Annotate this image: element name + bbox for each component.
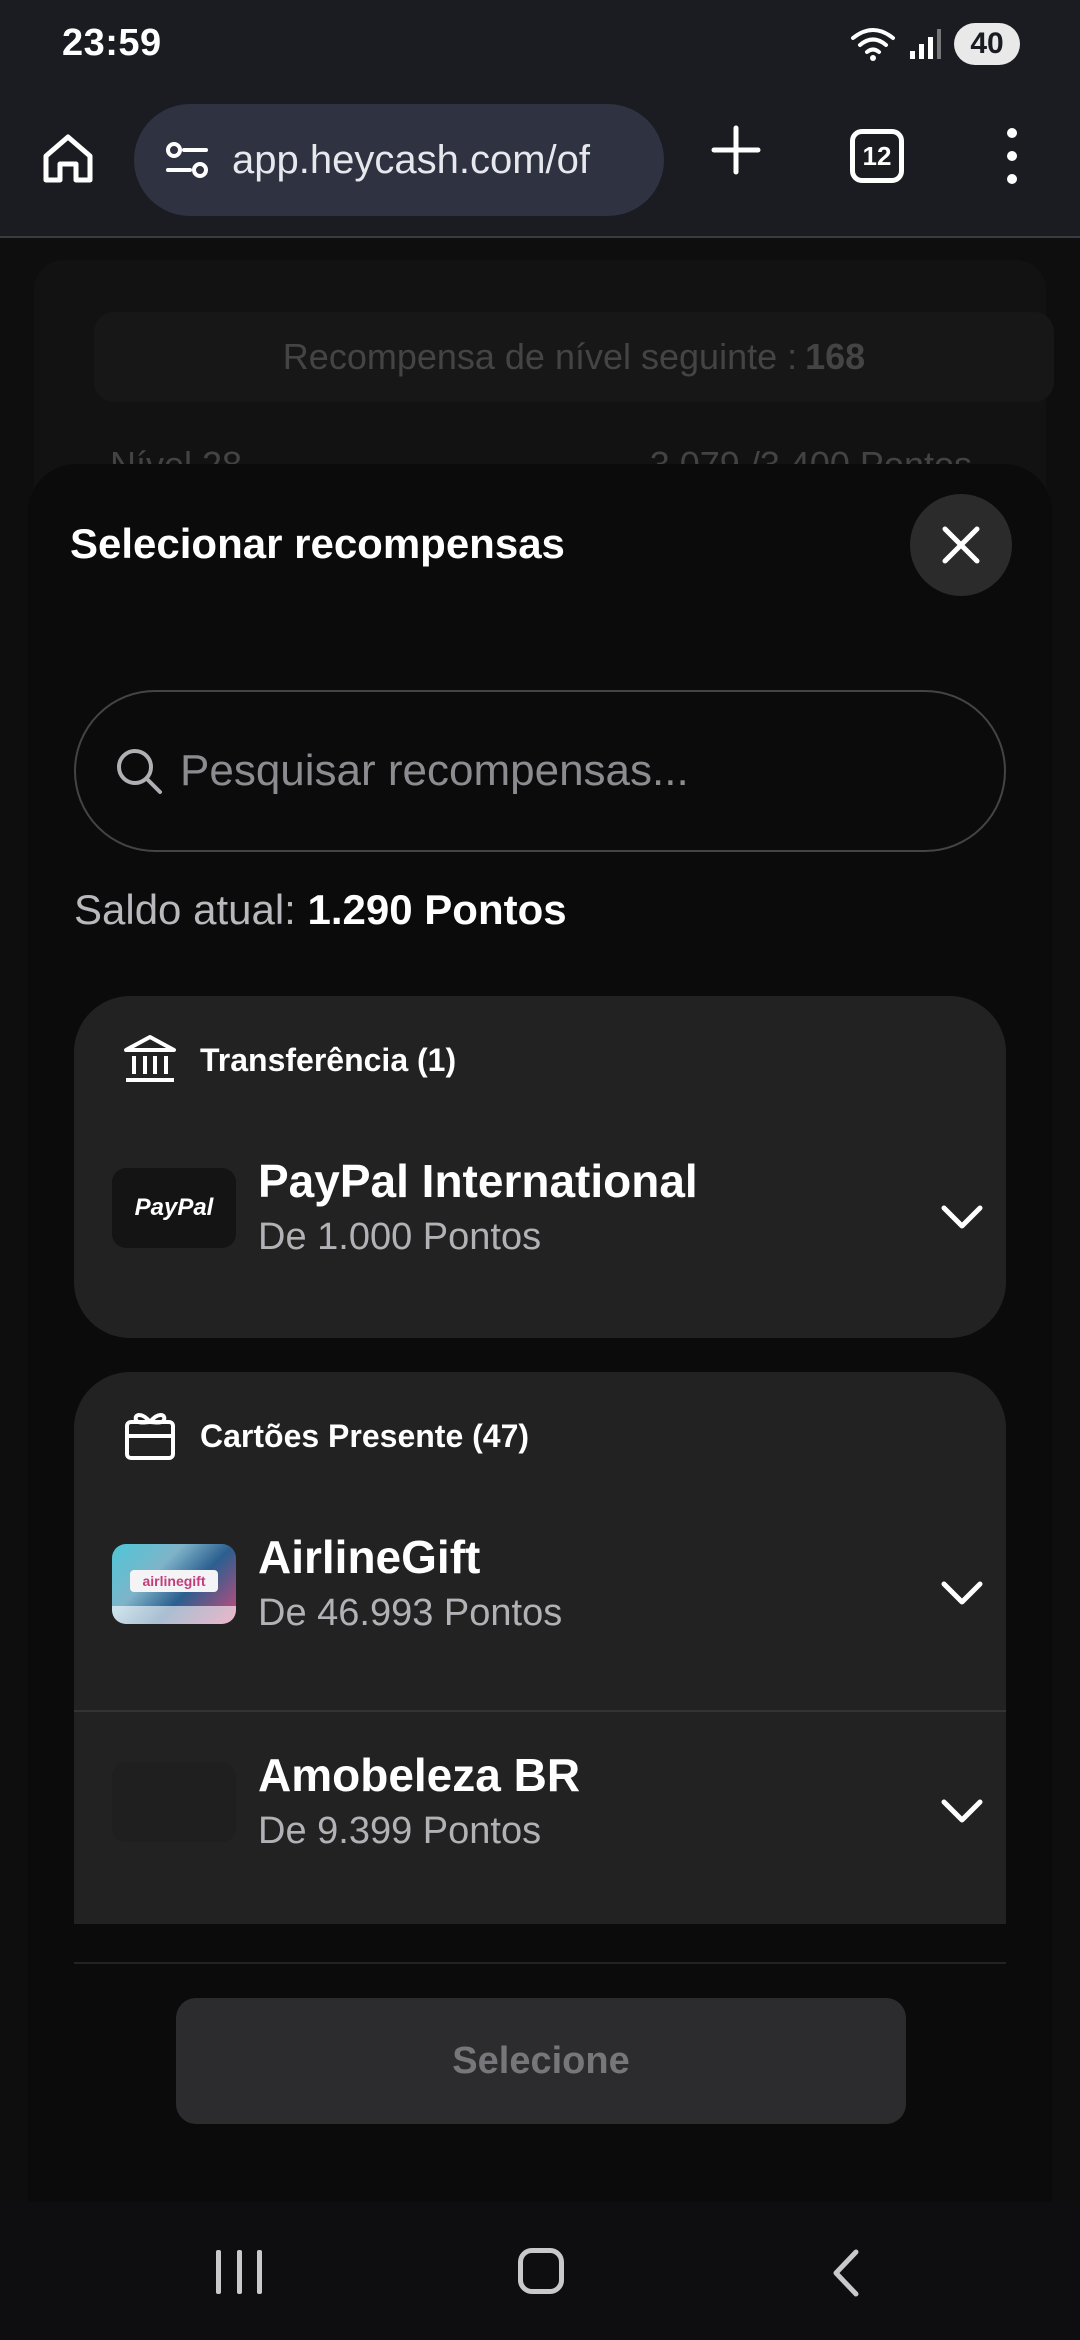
chevron-down-icon[interactable]: [940, 1574, 984, 1614]
gift-card-icon: [125, 1413, 175, 1460]
current-balance: Saldo atual: 1.290 Pontos: [74, 886, 567, 934]
item-name: PayPal International: [258, 1155, 698, 1207]
group-title: Transferência (1): [200, 1041, 457, 1078]
footer-divider: [74, 1962, 1006, 1964]
url-text: app.heycash.com/of: [232, 137, 590, 182]
bank-icon: [124, 1035, 176, 1082]
item-name: Amobeleza BR: [258, 1749, 581, 1801]
home-button[interactable]: [36, 126, 100, 190]
status-icons: 40: [850, 22, 1020, 66]
close-button[interactable]: [910, 494, 1012, 596]
group-header: Transferência (1): [122, 1032, 456, 1088]
back-icon[interactable]: [824, 2246, 868, 2300]
item-name: AirlineGift: [258, 1531, 481, 1583]
search-field[interactable]: [74, 690, 1006, 852]
address-bar[interactable]: app.heycash.com/of: [134, 104, 664, 216]
battery-indicator: 40: [954, 23, 1020, 65]
status-time: 23:59: [62, 22, 162, 64]
chevron-down-icon[interactable]: [940, 1792, 984, 1832]
recents-button[interactable]: [216, 2250, 262, 2294]
plus-icon: [711, 125, 761, 175]
screen: 23:59 40 app.heycash.com/of 12 Recompens…: [0, 0, 1080, 2340]
amobeleza-logo: [112, 1762, 236, 1842]
item-points: De 1.000 Pontos: [258, 1216, 542, 1258]
airlinegift-logo-text: airlinegift: [130, 1570, 218, 1592]
logo-band: [112, 1606, 236, 1624]
browser-toolbar: app.heycash.com/of 12: [0, 88, 1080, 238]
balance-value: 1.290 Pontos: [307, 886, 567, 933]
item-points: De 9.399 Pontos: [258, 1810, 542, 1852]
item-points: De 46.993 Pontos: [258, 1592, 563, 1634]
select-button[interactable]: Selecione: [176, 1998, 906, 2124]
close-icon: [942, 526, 980, 564]
status-bar: 23:59 40: [0, 0, 1080, 88]
group-header: Cartões Presente (47): [122, 1408, 529, 1464]
home-nav-button[interactable]: [518, 2248, 564, 2294]
chevron-down-icon[interactable]: [940, 1198, 984, 1238]
more-menu-button[interactable]: [996, 124, 1028, 188]
dot-icon: [1007, 174, 1017, 184]
wifi-icon: [851, 28, 895, 61]
site-settings-icon: [166, 142, 208, 178]
paypal-logo: PayPal: [112, 1168, 236, 1248]
dot-icon: [1007, 128, 1017, 138]
recents-icon: [216, 2250, 221, 2294]
rewards-sheet: Selecionar recompensas Saldo atual: 1.29…: [28, 464, 1052, 2224]
recents-icon: [236, 2250, 242, 2294]
signal-icon: [910, 29, 941, 59]
balance-label: Saldo atual:: [74, 886, 296, 933]
sheet-title: Selecionar recompensas: [70, 520, 565, 567]
reward-item-paypal[interactable]: PayPal PayPal International De 1.000 Pon…: [74, 1118, 1006, 1318]
reward-item-amobeleza[interactable]: Amobeleza BR De 9.399 Pontos: [74, 1712, 1006, 1912]
system-navigation-bar: [0, 2202, 1080, 2340]
new-tab-button[interactable]: [704, 118, 768, 182]
group-gift-cards: Cartões Presente (47) airlinegift Airlin…: [74, 1372, 1006, 1924]
home-icon: [43, 134, 93, 183]
search-input[interactable]: [180, 741, 960, 801]
recents-icon: [257, 2250, 262, 2294]
group-transfer: Transferência (1) PayPal PayPal Internat…: [74, 996, 1006, 1338]
tab-switcher-button[interactable]: 12: [850, 129, 904, 183]
airlinegift-logo: airlinegift: [112, 1544, 236, 1624]
dot-icon: [1007, 151, 1017, 161]
reward-item-airlinegift[interactable]: airlinegift AirlineGift De 46.993 Pontos: [74, 1494, 1006, 1694]
group-title: Cartões Presente (47): [200, 1417, 530, 1454]
search-icon: [117, 749, 162, 794]
